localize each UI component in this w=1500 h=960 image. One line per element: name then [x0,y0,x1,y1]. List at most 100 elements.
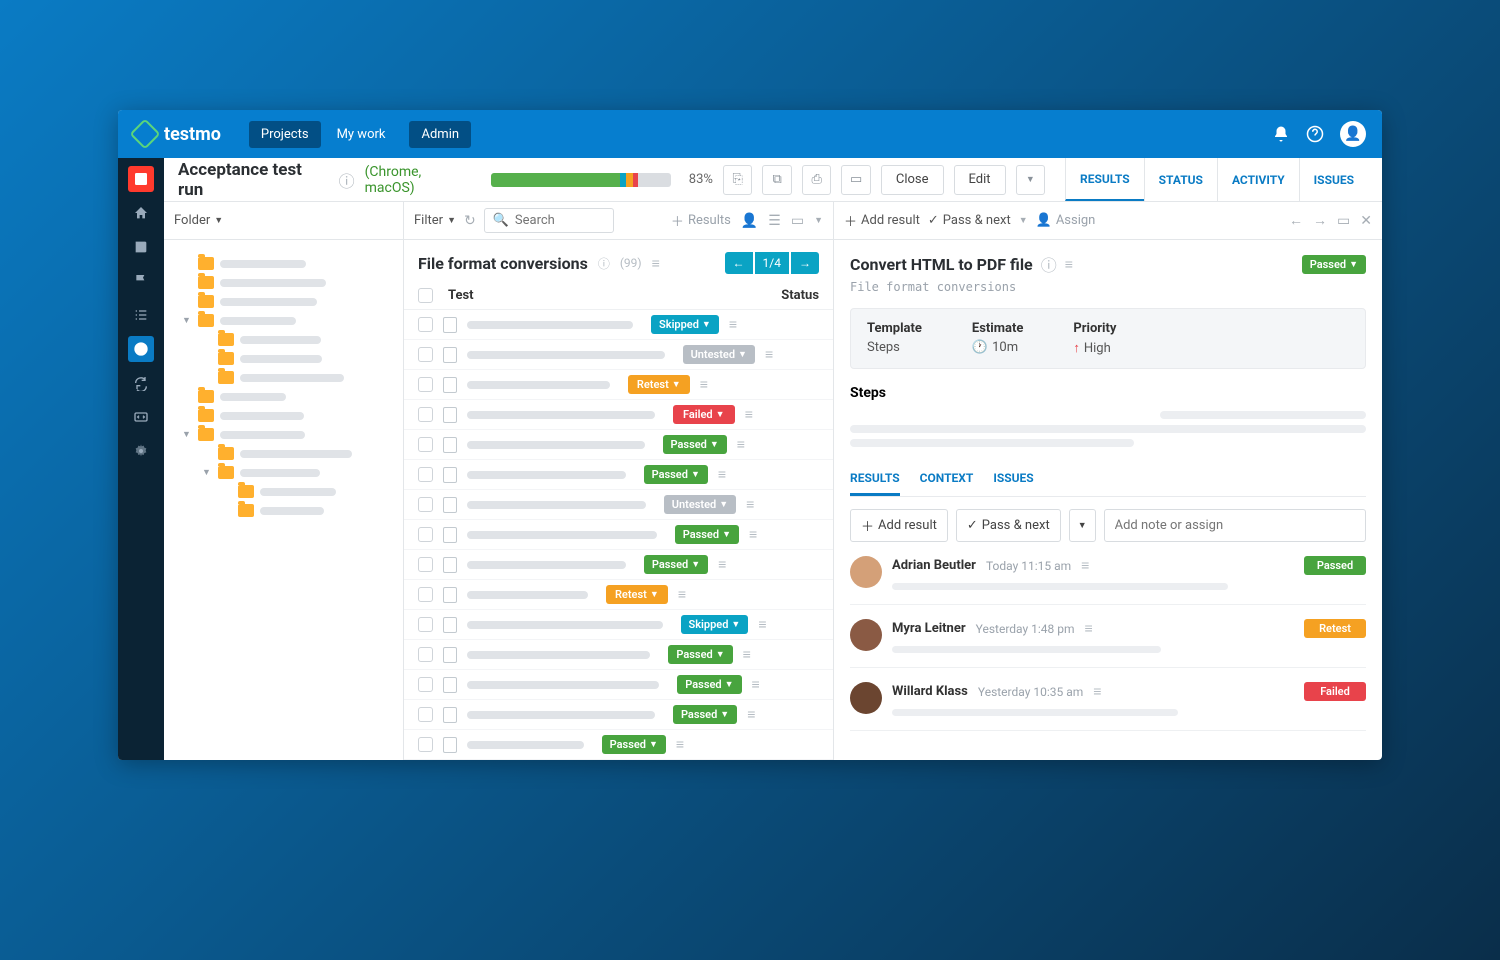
assign-button[interactable]: 👤 Assign [1036,213,1096,228]
test-row[interactable]: Retest ▼≡ [404,370,833,400]
folder-item[interactable] [182,482,393,501]
sidebar-dashboard[interactable] [128,166,154,192]
test-row[interactable]: Untested ▼ ≡ [404,490,833,520]
row-menu-icon[interactable]: ≡ [746,496,754,513]
sidebar-settings[interactable] [128,438,154,464]
result-menu-icon[interactable]: ≡ [1085,620,1093,637]
folder-filter[interactable]: Folder ▼ [174,213,223,228]
user-icon[interactable]: 👤 [741,213,758,229]
sidebar-sync[interactable] [128,370,154,396]
edit-dropdown[interactable]: ▼ [1016,165,1045,195]
status-badge[interactable]: Skipped ▼ [681,615,749,634]
test-row[interactable]: Passed ▼≡ [404,430,833,460]
close-button[interactable]: Close [881,165,944,195]
test-row[interactable]: Passed ▼≡ [404,520,833,550]
folder-item[interactable]: ▼ [182,425,393,444]
detail-add-result[interactable]: ＋ Add result [850,509,948,542]
nav-mywork[interactable]: My work [325,121,398,148]
nav-next-icon[interactable]: → [1313,212,1327,229]
folder-item[interactable] [182,387,393,406]
row-checkbox[interactable] [418,557,433,572]
edit-button[interactable]: Edit [954,165,1006,195]
row-checkbox[interactable] [418,347,433,362]
row-menu-icon[interactable]: ≡ [743,646,751,663]
row-checkbox[interactable] [418,437,433,452]
close-icon[interactable]: ✕ [1360,213,1372,229]
status-badge[interactable]: Passed ▼ [663,435,727,454]
folder-item[interactable] [182,349,393,368]
test-row[interactable]: Passed ▼ ≡ [404,700,833,730]
row-menu-icon[interactable]: ≡ [718,556,726,573]
sidebar-list[interactable] [128,302,154,328]
pager-page[interactable]: 1/4 [755,252,789,274]
test-row[interactable]: Failed ▼ ≡ [404,400,833,430]
status-badge[interactable]: Untested ▼ [664,495,736,514]
test-row[interactable]: Passed ▼ ≡ [404,670,833,700]
row-checkbox[interactable] [418,467,433,482]
pass-next-dropdown[interactable]: ▼ [1019,215,1028,226]
folder-item[interactable] [182,330,393,349]
row-checkbox[interactable] [418,647,433,662]
test-row[interactable]: Passed ▼≡ [404,460,833,490]
row-menu-icon[interactable]: ≡ [747,706,755,723]
row-checkbox[interactable] [418,737,433,752]
folder-item[interactable] [182,254,393,273]
folder-item[interactable]: ▼ [182,463,393,482]
refresh-icon[interactable]: ↻ [464,213,476,229]
status-badge[interactable]: Passed ▼ [673,705,737,724]
test-row[interactable]: Passed ▼≡ [404,550,833,580]
list-icon[interactable]: ☰ [768,213,781,229]
test-row[interactable]: Untested ▼ ≡ [404,340,833,370]
status-badge[interactable]: Retest ▼ [606,585,668,604]
expand-icon[interactable]: ▭ [1337,213,1350,229]
logo[interactable]: testmo [134,123,221,145]
sidebar-home[interactable] [128,200,154,226]
print-icon[interactable]: ⎙ [802,165,831,195]
test-row[interactable]: Skipped ▼≡ [404,310,833,340]
tab-issues[interactable]: ISSUES [1299,158,1368,201]
status-badge[interactable]: Passed ▼ [1302,255,1366,274]
row-checkbox[interactable] [418,617,433,632]
copy-icon[interactable]: ⧉ [762,165,791,195]
status-badge[interactable]: Passed ▼ [677,675,741,694]
row-checkbox[interactable] [418,587,433,602]
nav-projects[interactable]: Projects [249,121,321,148]
row-menu-icon[interactable]: ≡ [745,406,753,423]
filter-dropdown[interactable]: Filter ▼ [414,213,456,228]
detail-tab-results[interactable]: RESULTS [850,463,900,496]
status-badge[interactable]: Failed ▼ [673,405,735,424]
status-badge[interactable]: Passed ▼ [602,735,666,754]
status-badge[interactable]: Passed ▼ [675,525,739,544]
row-menu-icon[interactable]: ≡ [678,586,686,603]
folder-item[interactable] [182,501,393,520]
tab-activity[interactable]: ACTIVITY [1217,158,1299,201]
folder-item[interactable] [182,273,393,292]
user-avatar[interactable]: 👤 [1340,121,1366,147]
row-checkbox[interactable] [418,317,433,332]
sidebar-book[interactable] [128,234,154,260]
tests-menu-icon[interactable]: ≡ [652,255,660,272]
archive-icon[interactable]: ▭ [841,165,870,195]
result-menu-icon[interactable]: ≡ [1081,557,1089,574]
add-results-link[interactable]: ＋ Results [671,211,731,230]
sidebar-automation[interactable] [128,404,154,430]
row-menu-icon[interactable]: ≡ [752,676,760,693]
test-row[interactable]: Retest ▼ ≡ [404,580,833,610]
result-menu-icon[interactable]: ≡ [1093,683,1101,700]
row-checkbox[interactable] [418,407,433,422]
nav-prev-icon[interactable]: ← [1289,212,1303,229]
detail-tab-context[interactable]: CONTEXT [920,463,974,496]
detail-pass-next-dd[interactable]: ▼ [1069,509,1096,542]
search-input[interactable]: 🔍 [484,208,614,233]
export-icon[interactable]: ⎘ [723,165,752,195]
pass-next-button[interactable]: ✓ Pass & next [928,213,1011,228]
help-icon[interactable] [1306,125,1324,143]
row-checkbox[interactable] [418,497,433,512]
status-badge[interactable]: Untested ▼ [683,345,755,364]
row-menu-icon[interactable]: ≡ [765,346,773,363]
row-menu-icon[interactable]: ≡ [729,316,737,333]
test-row[interactable]: Passed ▼≡ [404,640,833,670]
tests-info-icon[interactable]: ⓘ [598,255,610,272]
row-checkbox[interactable] [418,707,433,722]
row-checkbox[interactable] [418,677,433,692]
